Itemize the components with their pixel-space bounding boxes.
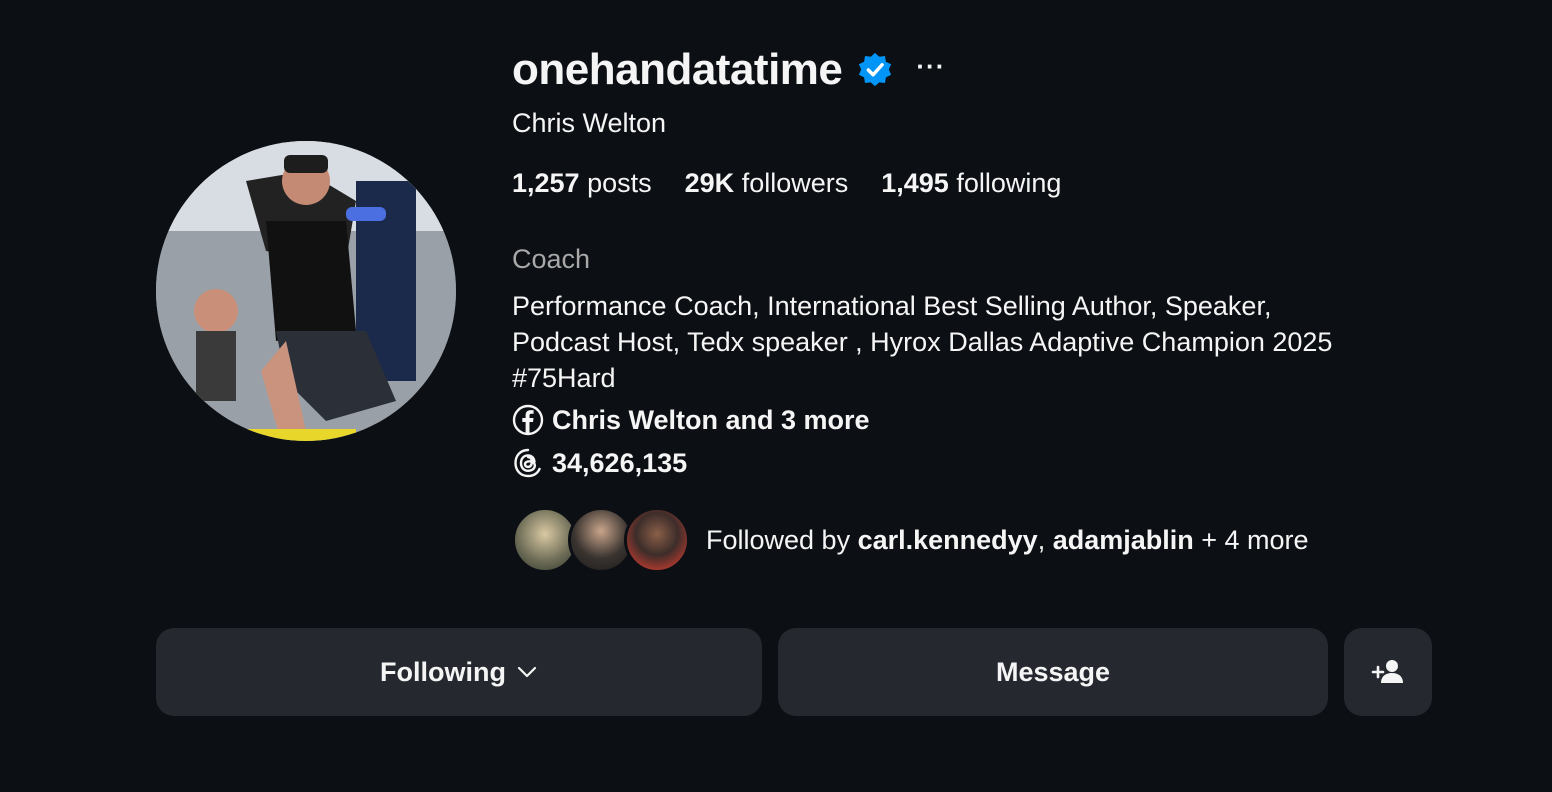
mutual-avatar (624, 507, 690, 573)
add-person-icon (1371, 660, 1403, 683)
stat-posts[interactable]: 1,257 posts (512, 168, 652, 199)
followed-by-text[interactable]: Followed by carl.kennedyy, adamjablin + … (706, 525, 1309, 556)
profile-avatar[interactable] (156, 141, 456, 441)
facebook-link-label: Chris Welton and 3 more (552, 404, 870, 435)
stat-following[interactable]: 1,495 following (881, 168, 1061, 199)
profile-username: onehandatatime (512, 45, 843, 94)
threads-icon (514, 448, 541, 478)
mutual-user-link[interactable]: adamjablin (1053, 525, 1194, 555)
bio-line: Performance Coach, International Best Se… (512, 291, 1272, 321)
facebook-icon (512, 404, 544, 436)
followed-by[interactable]: Followed by carl.kennedyy, adamjablin + … (512, 507, 1309, 573)
mutual-user-link[interactable]: carl.kennedyy (858, 525, 1038, 555)
verified-badge-icon (859, 52, 892, 87)
stat-followers[interactable]: 29K followers (685, 168, 849, 199)
message-button[interactable]: Message (778, 628, 1328, 716)
chevron-down-icon (517, 666, 537, 678)
avatar-photo (156, 141, 456, 441)
mutual-avatars (512, 507, 690, 573)
bio-hashtag[interactable]: #75Hard (512, 360, 1412, 396)
following-button-label: Following (380, 656, 506, 687)
threads-link[interactable]: 34,626,135 (512, 447, 687, 479)
following-button[interactable]: Following (156, 628, 762, 716)
suggest-users-button[interactable] (1344, 628, 1432, 716)
threads-link-label: 34,626,135 (552, 447, 688, 478)
profile-full-name: Chris Welton (512, 108, 667, 138)
profile-stats: 1,257 posts 29K followers 1,495 followin… (512, 168, 1094, 199)
profile-bio: Performance Coach, International Best Se… (512, 288, 1412, 396)
bio-line: Podcast Host, Tedx speaker , Hyrox Dalla… (512, 327, 1333, 357)
profile-category: Coach (512, 244, 591, 274)
facebook-link[interactable]: Chris Welton and 3 more (512, 404, 870, 436)
message-button-label: Message (995, 656, 1111, 687)
ellipsis-icon[interactable]: ··· (916, 53, 945, 87)
